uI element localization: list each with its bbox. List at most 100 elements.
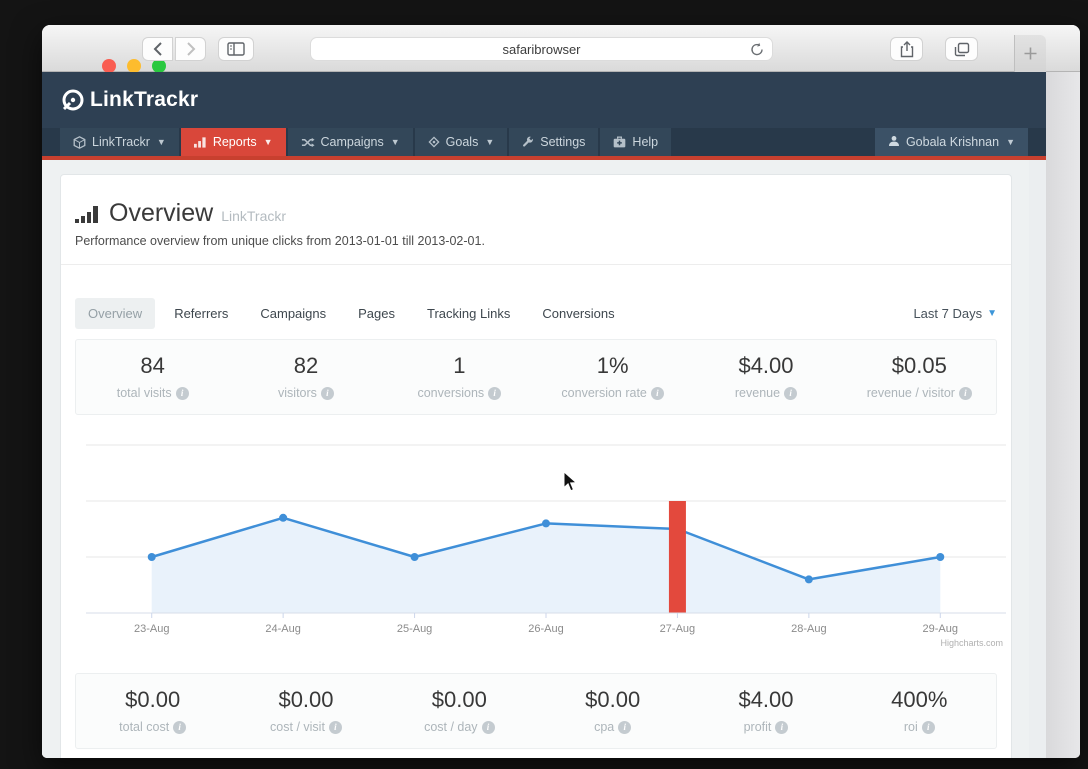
stat-value: $0.05 [891, 353, 947, 378]
user-menu[interactable]: Gobala Krishnan ▼ [874, 128, 1028, 156]
x-axis-label: 26-Aug [528, 623, 563, 635]
page-title-suffix: LinkTrackr [221, 208, 287, 224]
info-icon[interactable]: i [173, 720, 187, 734]
main-nav: LinkTrackr ▼ Reports ▼ Campaigns ▼ Goals ▼ Setti… [42, 128, 1046, 156]
chart-credits[interactable]: Highcharts.com [940, 638, 1003, 648]
tab-campaigns[interactable]: Campaigns [247, 298, 339, 329]
info-icon[interactable]: i [650, 386, 664, 400]
data-point[interactable] [804, 575, 813, 584]
nav-item-label: Help [632, 135, 659, 149]
overview-card: Overview LinkTrackr Performance overview… [60, 174, 1012, 758]
caret-down-icon: ▼ [1006, 137, 1015, 147]
info-icon[interactable]: i [481, 720, 495, 734]
new-tab-button[interactable] [1014, 35, 1046, 72]
data-point[interactable] [542, 519, 550, 528]
x-axis-label: 25-Aug [397, 623, 432, 635]
highlight-column[interactable] [668, 501, 686, 613]
wrench-icon [522, 136, 534, 148]
minimize-window-button[interactable] [127, 59, 141, 73]
stat-label: revenue i [689, 386, 842, 400]
caret-down-icon: ▼ [390, 137, 400, 147]
cube-icon [73, 135, 86, 149]
info-icon[interactable]: i [175, 386, 189, 400]
stat-label: profit i [689, 720, 842, 734]
info-icon[interactable]: i [328, 720, 342, 734]
close-window-button[interactable] [102, 59, 116, 73]
back-button[interactable] [142, 37, 173, 61]
show-tabs-button[interactable] [945, 37, 978, 61]
stat-label: visitors i [229, 386, 382, 400]
stat-value: 1% [596, 353, 629, 378]
x-axis-label: 27-Aug [660, 623, 695, 635]
stat-label-text: total visits [116, 386, 172, 400]
visits-chart[interactable]: 23-Aug 24-Aug 25-Aug 26-Aug 27-Aug 28-Aug 29-A… [61, 423, 1011, 660]
user-name: Gobala Krishnan [905, 135, 1000, 149]
info-icon[interactable]: i [775, 720, 789, 734]
stat-label-text: conversions [417, 386, 485, 400]
stat-value: $0.00 [431, 687, 487, 712]
maximize-window-button[interactable] [152, 59, 166, 73]
tabs-list: Overview Referrers Campaigns Pages Tracking … [75, 297, 634, 329]
info-icon[interactable]: i [958, 386, 972, 400]
sidebar-icon [227, 42, 245, 56]
area-chart: 23-Aug 24-Aug 25-Aug 26-Aug 27-Aug 28-Aug 29-A… [86, 444, 1006, 648]
sidebar-toggle-button[interactable] [218, 37, 254, 61]
stat-label-text: conversion rate [561, 386, 647, 400]
tab-conversions[interactable]: Conversions [529, 298, 627, 329]
info-icon[interactable]: i [784, 386, 798, 400]
linktrackr-logo-icon [60, 87, 86, 113]
stat-profit: $4.00 profit i [689, 687, 842, 734]
stat-label: revenue / visitor i [843, 386, 996, 400]
data-point[interactable] [936, 553, 945, 561]
info-icon[interactable]: i [488, 386, 502, 400]
report-tabs: Overview Referrers Campaigns Pages Tracking … [61, 265, 1011, 335]
info-icon[interactable]: i [618, 720, 632, 734]
address-bar[interactable]: safaribrowser [310, 37, 773, 61]
tab-referrers[interactable]: Referrers [161, 298, 241, 329]
stat-label: total visits i [76, 386, 229, 400]
stat-label-text: revenue [734, 386, 781, 400]
plus-icon [1024, 47, 1037, 60]
nav-item-help[interactable]: Help [600, 128, 672, 156]
tab-tracking-links[interactable]: Tracking Links [414, 298, 523, 329]
date-range-label: Last 7 Days [913, 305, 983, 321]
stat-conversions: 1 conversions i [383, 353, 536, 400]
mouse-cursor [563, 471, 578, 492]
page-body: Overview LinkTrackr Performance overview… [42, 160, 1046, 758]
stat-value: 84 [140, 353, 165, 378]
nav-item-settings[interactable]: Settings [509, 128, 599, 156]
reload-icon[interactable] [750, 42, 764, 60]
data-point[interactable] [410, 553, 419, 561]
stat-label-text: cost / visit [270, 720, 325, 734]
data-point[interactable] [279, 513, 288, 522]
stat-value: $4.00 [738, 687, 794, 712]
page-title: Overview [109, 199, 214, 227]
stat-label-text: total cost [119, 720, 170, 734]
stat-label: conversions i [383, 386, 536, 400]
data-point[interactable] [147, 553, 156, 561]
info-icon[interactable]: i [921, 720, 935, 734]
linktrackr-logo[interactable]: LinkTrackr [60, 87, 198, 113]
forward-button[interactable] [175, 37, 206, 61]
stat-cost-day: $0.00 cost / day i [383, 687, 536, 734]
chart-bars-icon [193, 136, 207, 148]
date-range-selector[interactable]: Last 7 Days ▼ [913, 306, 997, 321]
caret-down-icon: ▼ [263, 137, 273, 147]
nav-item-campaigns[interactable]: Campaigns ▼ [287, 128, 413, 156]
browser-titlebar: safaribrowser [42, 25, 1080, 73]
stats-panel-bottom: $0.00 total cost i $0.00 cost / visit i $0.00 c… [75, 673, 997, 749]
tab-pages[interactable]: Pages [345, 298, 408, 329]
nav-item-reports[interactable]: Reports ▼ [180, 128, 286, 156]
stat-label: conversion rate i [536, 386, 689, 400]
share-button[interactable] [890, 37, 923, 61]
stat-revenue: $4.00 revenue i [689, 353, 842, 400]
info-icon[interactable]: i [320, 386, 334, 400]
stat-label-text: roi [903, 720, 918, 734]
tab-overview[interactable]: Overview [75, 297, 156, 329]
nav-item-goals[interactable]: Goals ▼ [414, 128, 508, 156]
stat-label: roi i [843, 720, 996, 734]
nav-item-linktrackr[interactable]: LinkTrackr ▼ [60, 128, 179, 156]
x-axis-label: 24-Aug [265, 623, 300, 635]
scrollbar-track[interactable] [1029, 160, 1046, 758]
x-axis-label: 28-Aug [791, 623, 826, 635]
